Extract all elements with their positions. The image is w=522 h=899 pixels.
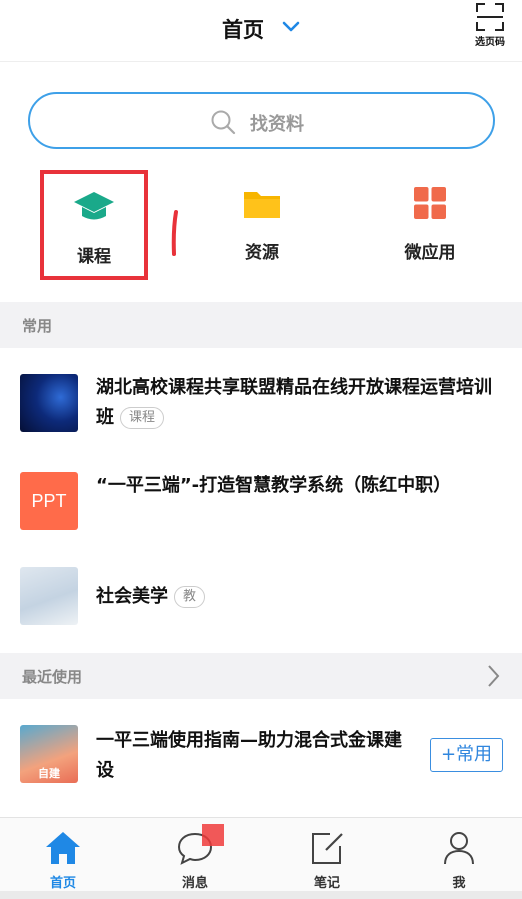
course-label: 课程 bbox=[77, 247, 111, 267]
scan-button[interactable]: 选页码 bbox=[470, 2, 510, 54]
list-item[interactable]: 湖北高校课程共享联盟精品在线开放课程运营培训班 课程 bbox=[0, 360, 522, 450]
search-input[interactable]: 找资料 bbox=[28, 92, 495, 149]
ppt-thumbnail: PPT bbox=[20, 472, 78, 530]
tab-notes[interactable]: 笔记 bbox=[282, 818, 372, 899]
course-entry[interactable]: 课程 bbox=[40, 170, 148, 280]
tab-label: 消息 bbox=[181, 876, 208, 891]
graduation-cap-icon bbox=[74, 192, 114, 220]
chevron-down-icon[interactable] bbox=[280, 16, 302, 38]
micro-app-entry[interactable]: 微应用 bbox=[374, 170, 486, 280]
list-item[interactable]: 社会美学教 bbox=[0, 558, 522, 648]
tab-label: 我 bbox=[452, 876, 466, 891]
resource-label: 资源 bbox=[245, 243, 279, 263]
item-title: 社会美学教 bbox=[96, 582, 496, 612]
search-placeholder: 找资料 bbox=[250, 114, 304, 135]
item-title: 一平三端使用指南—助力混合式金课建设 bbox=[96, 730, 402, 781]
add-to-common-button[interactable]: +常用 bbox=[430, 738, 503, 772]
type-tag: 课程 bbox=[120, 407, 165, 429]
edit-note-icon bbox=[312, 833, 343, 864]
type-tag: 教 bbox=[174, 586, 206, 608]
recent-section-header[interactable]: 最近使用 bbox=[0, 653, 522, 699]
search-icon bbox=[211, 110, 236, 135]
tab-home[interactable]: 首页 bbox=[18, 818, 108, 899]
unread-badge bbox=[202, 824, 224, 846]
scan-label: 选页码 bbox=[475, 37, 505, 48]
item-title: 湖北高校课程共享联盟精品在线开放课程运营培训班 课程 bbox=[96, 377, 492, 429]
common-section-title: 常用 bbox=[22, 317, 53, 335]
bottom-tab-bar: 首页 消息 笔记 我 bbox=[0, 817, 522, 899]
chevron-right-icon bbox=[488, 665, 500, 687]
micro-app-label: 微应用 bbox=[404, 243, 456, 263]
recent-section-title: 最近使用 bbox=[22, 668, 83, 686]
list-item[interactable]: PPT “一平三端”-打造智慧教学系统（陈红中职） bbox=[0, 462, 522, 552]
course-thumbnail bbox=[20, 374, 78, 432]
red-annotation-stroke bbox=[171, 210, 179, 256]
course-thumbnail bbox=[20, 567, 78, 625]
home-icon bbox=[46, 832, 80, 864]
tab-label: 笔记 bbox=[313, 876, 340, 891]
folder-icon bbox=[244, 192, 280, 218]
scan-icon bbox=[476, 3, 504, 31]
top-bar: 首页 选页码 bbox=[0, 0, 522, 62]
common-section-header: 常用 bbox=[0, 302, 522, 348]
app-grid-icon bbox=[414, 187, 446, 219]
tab-messages[interactable]: 消息 bbox=[150, 818, 240, 899]
user-icon bbox=[444, 832, 474, 865]
thumbnail-caption: 自建 bbox=[38, 767, 60, 780]
resource-entry[interactable]: 资源 bbox=[208, 170, 316, 280]
bottom-divider bbox=[0, 891, 522, 899]
guide-thumbnail: 自建 bbox=[20, 725, 78, 783]
tab-label: 首页 bbox=[49, 876, 76, 891]
tab-me[interactable]: 我 bbox=[414, 818, 504, 899]
item-title: “一平三端”-打造智慧教学系统（陈红中职） bbox=[96, 475, 452, 496]
page-title[interactable]: 首页 bbox=[222, 14, 264, 44]
